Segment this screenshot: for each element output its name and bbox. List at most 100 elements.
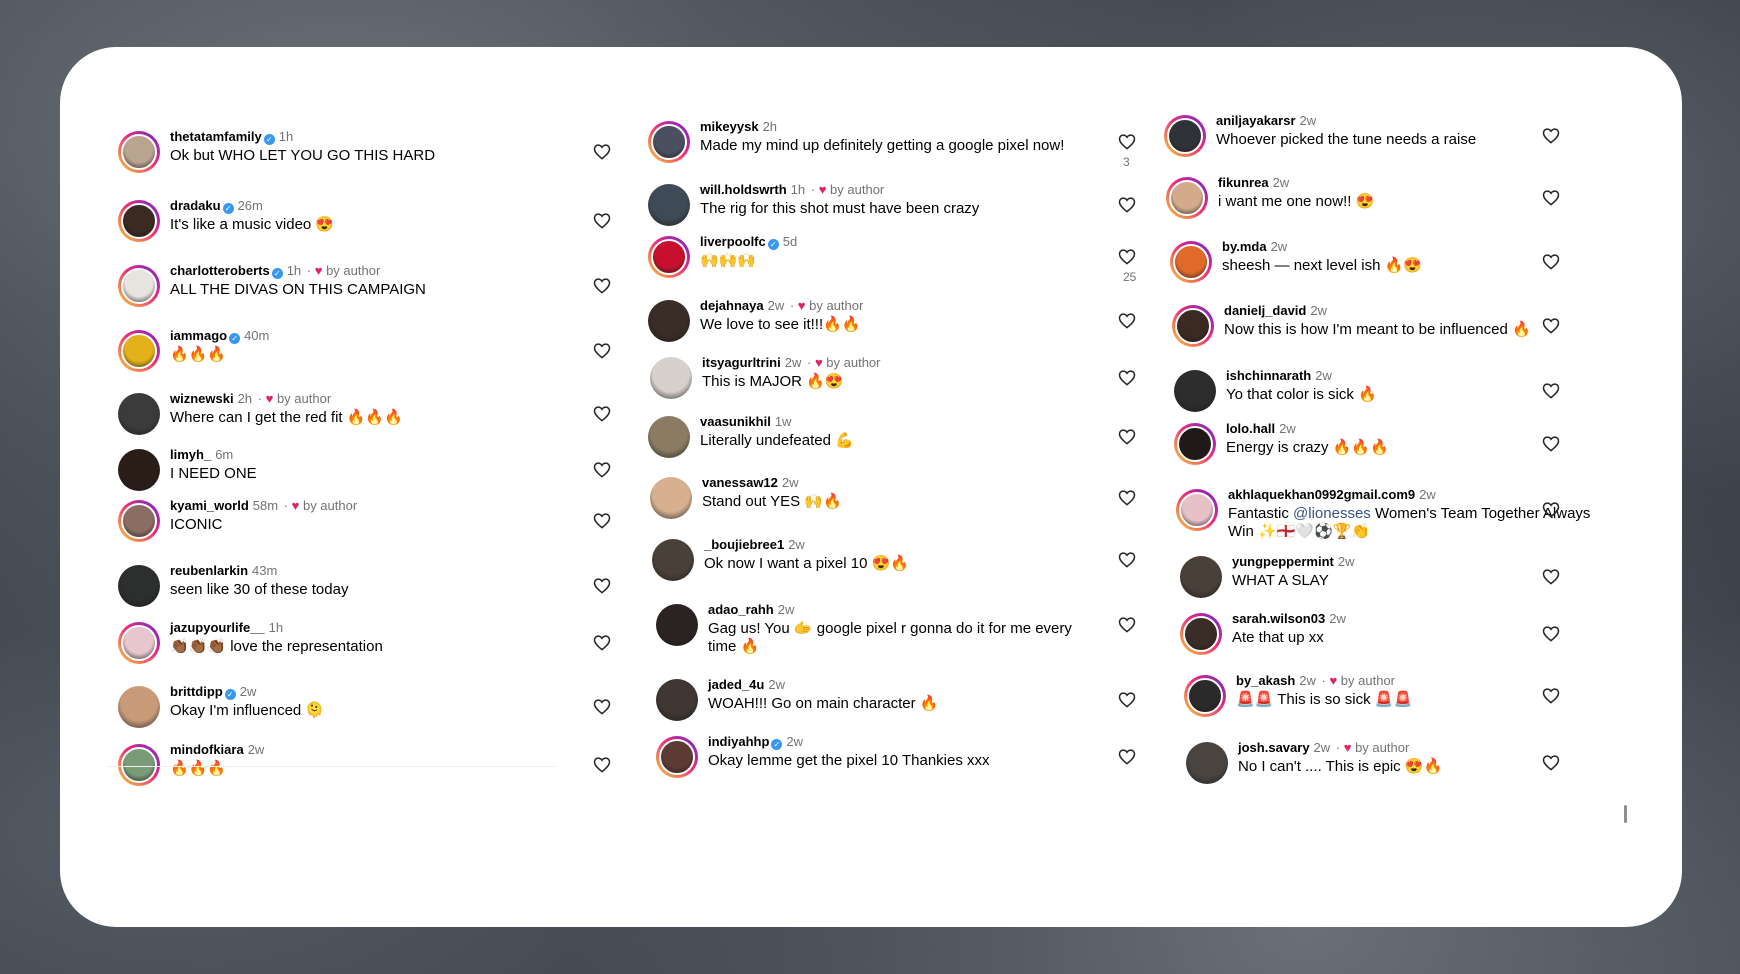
avatar[interactable] [1176,489,1218,531]
username-link[interactable]: adao_rahh [708,602,774,617]
username-link[interactable]: charlotteroberts [170,263,270,278]
like-heart-icon[interactable] [1542,435,1560,456]
username-link[interactable]: liverpoolfc [700,234,766,249]
username-link[interactable]: danielj_david [1224,303,1306,318]
like-heart-icon[interactable] [593,698,611,719]
like-heart-icon[interactable] [593,277,611,298]
username-link[interactable]: wiznewski [170,391,234,406]
username-link[interactable]: _boujiebree1 [704,537,784,552]
username-link[interactable]: reubenlarkin [170,563,248,578]
like-heart-icon[interactable] [1542,625,1560,646]
like-heart-icon[interactable] [1118,691,1136,712]
like-heart-icon[interactable] [1542,253,1560,274]
scrollbar[interactable] [1624,805,1627,823]
username-link[interactable]: vanessaw12 [702,475,778,490]
avatar[interactable] [1180,556,1222,598]
like-heart-icon[interactable] [1542,754,1560,775]
username-link[interactable]: dejahnaya [700,298,764,313]
username-link[interactable]: mindofkiara [170,742,244,757]
avatar[interactable] [118,500,160,542]
avatar[interactable] [118,265,160,307]
avatar[interactable] [648,236,690,278]
username-link[interactable]: yungpeppermint [1232,554,1334,569]
avatar[interactable] [648,300,690,342]
like-heart-icon[interactable] [1118,369,1136,390]
like-heart-icon[interactable] [1542,382,1560,403]
username-link[interactable]: josh.savary [1238,740,1310,755]
like-heart-icon[interactable] [593,634,611,655]
avatar[interactable] [118,449,160,491]
username-link[interactable]: indiyahhp [708,734,769,749]
avatar[interactable] [652,539,694,581]
username-link[interactable]: akhlaquekhan0992gmail.com9 [1228,487,1415,502]
avatar[interactable] [118,200,160,242]
username-link[interactable]: kyami_world [170,498,249,513]
username-link[interactable]: fikunrea [1218,175,1269,190]
avatar[interactable] [1174,370,1216,412]
username-link[interactable]: by_akash [1236,673,1295,688]
like-heart-icon[interactable] [593,143,611,164]
avatar[interactable] [118,393,160,435]
username-link[interactable]: thetatamfamily [170,129,262,144]
avatar[interactable] [118,744,160,786]
like-heart-icon[interactable] [1542,568,1560,589]
username-link[interactable]: vaasunikhil [700,414,771,429]
like-heart-icon[interactable] [1542,317,1560,338]
avatar[interactable] [1172,305,1214,347]
avatar[interactable] [656,604,698,646]
mention-link[interactable]: @lionesses [1293,505,1371,522]
avatar[interactable] [1174,423,1216,465]
like-heart-icon[interactable] [1118,551,1136,572]
avatar[interactable] [118,565,160,607]
like-heart-icon[interactable] [593,577,611,598]
avatar[interactable] [648,121,690,163]
username-link[interactable]: itsyagurltrini [702,355,781,370]
username-link[interactable]: by.mda [1222,239,1267,254]
avatar[interactable] [1164,115,1206,157]
avatar[interactable] [1170,241,1212,283]
like-heart-icon[interactable] [593,212,611,233]
avatar[interactable] [1186,742,1228,784]
avatar[interactable] [656,736,698,778]
avatar[interactable] [118,131,160,173]
avatar[interactable] [650,477,692,519]
like-heart-icon[interactable] [593,756,611,777]
avatar[interactable] [650,357,692,399]
like-heart-icon[interactable] [1118,133,1136,154]
username-link[interactable]: will.holdswrth [700,182,787,197]
like-heart-icon[interactable] [1118,489,1136,510]
username-link[interactable]: mikeyysk [700,119,759,134]
avatar[interactable] [1184,675,1226,717]
like-heart-icon[interactable] [1118,312,1136,333]
username-link[interactable]: aniljayakarsr [1216,113,1296,128]
like-heart-icon[interactable] [1542,189,1560,210]
username-link[interactable]: lolo.hall [1226,421,1275,436]
like-heart-icon[interactable] [1118,428,1136,449]
username-link[interactable]: brittdipp [170,684,223,699]
username-link[interactable]: sarah.wilson03 [1232,611,1325,626]
like-heart-icon[interactable] [593,512,611,533]
like-heart-icon[interactable] [593,342,611,363]
username-link[interactable]: limyh_ [170,447,211,462]
like-heart-icon[interactable] [1118,616,1136,637]
username-link[interactable]: ishchinnarath [1226,368,1311,383]
like-heart-icon[interactable] [1118,748,1136,769]
like-heart-icon[interactable] [1118,248,1136,269]
avatar[interactable] [118,330,160,372]
like-heart-icon[interactable] [1542,501,1560,522]
username-link[interactable]: jazupyourlife__ [170,620,265,635]
like-heart-icon[interactable] [1118,196,1136,217]
avatar[interactable] [648,416,690,458]
avatar[interactable] [648,184,690,226]
username-link[interactable]: iammago [170,328,227,343]
avatar[interactable] [118,622,160,664]
avatar[interactable] [1166,177,1208,219]
avatar[interactable] [118,686,160,728]
like-heart-icon[interactable] [1542,127,1560,148]
avatar[interactable] [656,679,698,721]
like-heart-icon[interactable] [593,461,611,482]
avatar[interactable] [1180,613,1222,655]
username-link[interactable]: dradaku [170,198,221,213]
like-heart-icon[interactable] [1542,687,1560,708]
like-heart-icon[interactable] [593,405,611,426]
